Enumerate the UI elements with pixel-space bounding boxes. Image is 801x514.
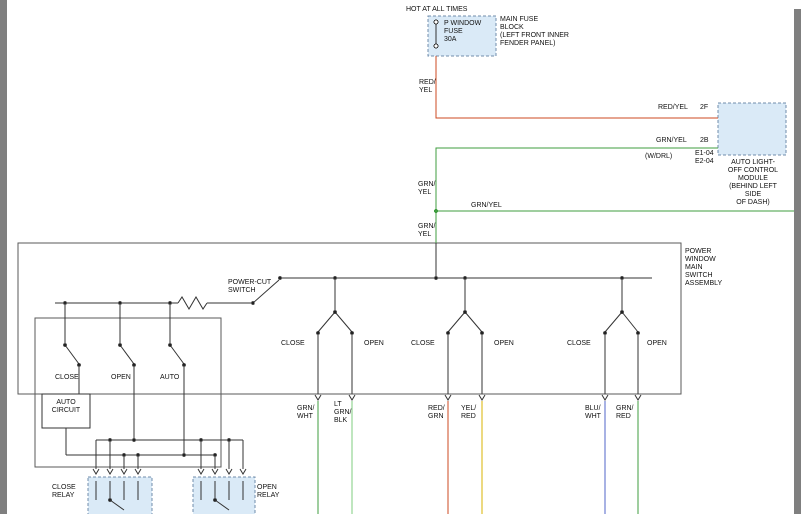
- switch-blade: [465, 312, 482, 332]
- connector-arrow: [479, 395, 485, 400]
- sw1-close-label: CLOSE: [281, 340, 305, 348]
- connector-arrow: [121, 469, 127, 474]
- switch-blade: [318, 312, 335, 332]
- connector-arrow: [107, 469, 113, 474]
- switch-bus: [280, 243, 652, 280]
- left-page-margin: [0, 0, 7, 514]
- switch-blade: [170, 345, 184, 364]
- power-cut-switch-label: POWER-CUT SWITCH: [228, 279, 271, 295]
- hot-at-all-times-label: HOT AT ALL TIMES: [406, 6, 467, 14]
- connector-arrow: [226, 469, 232, 474]
- red-yel-wire-label: RED/ YEL: [419, 79, 436, 95]
- grn-wht-label: GRN/ WHT: [297, 405, 315, 421]
- module-connectors-label: E1-04 E2-04: [695, 150, 714, 166]
- window-switch-3: [602, 278, 641, 400]
- right-page-margin: [794, 0, 801, 514]
- yel-red-label: YEL/ RED: [461, 405, 476, 421]
- corner-notch: [794, 0, 801, 9]
- connector-arrow: [212, 469, 218, 474]
- wiring-diagram-page: HOT AT ALL TIMES P WINDOW FUSE 30A MAIN …: [0, 0, 801, 514]
- assembly-name-label: POWER WINDOW MAIN SWITCH ASSEMBLY: [685, 248, 722, 288]
- module-name-label: AUTO LIGHT- OFF CONTROL MODULE (BEHIND L…: [720, 159, 786, 207]
- grn-yel-branch-label: GRN/YEL: [471, 202, 502, 210]
- switch-blade: [622, 312, 638, 332]
- grn-yel-wire-label-a: GRN/ YEL: [418, 181, 436, 197]
- connector-arrow: [198, 469, 204, 474]
- switch-blade: [448, 312, 465, 332]
- switch-blade: [120, 345, 134, 364]
- module-wire-2b-label: GRN/YEL: [656, 137, 687, 145]
- blu-wht-label: BLU/ WHT: [585, 405, 601, 421]
- connector-arrow: [602, 395, 608, 400]
- grn-yel-junction-dot: [434, 209, 438, 213]
- connector-arrow: [349, 395, 355, 400]
- sw2-close-label: CLOSE: [411, 340, 435, 348]
- module-pin-2b-label: 2B: [700, 137, 709, 145]
- connector-arrow: [315, 395, 321, 400]
- wdrl-label: (W/DRL): [645, 153, 672, 161]
- sw3-close-label: CLOSE: [567, 340, 591, 348]
- sw3-open-label: OPEN: [647, 340, 667, 348]
- sw2-open-label: OPEN: [494, 340, 514, 348]
- sw1-open-label: OPEN: [364, 340, 384, 348]
- auto-circuit-label: AUTO CIRCUIT: [42, 399, 90, 415]
- left-auto-label: AUTO: [160, 374, 179, 382]
- module-pin-2f-label: 2F: [700, 104, 708, 112]
- diagram-canvas: [0, 0, 801, 514]
- connector-arrow: [135, 469, 141, 474]
- open-relay-box: [193, 477, 255, 514]
- window-switch-2: [445, 278, 485, 400]
- left-open-label: OPEN: [111, 374, 131, 382]
- switch-blade: [605, 312, 622, 332]
- switch-blade: [335, 312, 352, 332]
- red-grn-label: RED/ GRN: [428, 405, 445, 421]
- fuse-label: P WINDOW FUSE 30A: [444, 20, 481, 44]
- module-wire-2f-label: RED/YEL: [658, 104, 688, 112]
- connector-arrow: [445, 395, 451, 400]
- lt-grn-blk-label: LT GRN/ BLK: [334, 401, 352, 425]
- switch-blade: [65, 345, 79, 364]
- grn-red-label: GRN/ RED: [616, 405, 634, 421]
- connector-arrow: [240, 469, 246, 474]
- left-switch-group-box: [35, 318, 221, 467]
- left-close-label: CLOSE: [55, 374, 79, 382]
- close-relay-label: CLOSE RELAY: [52, 484, 76, 500]
- open-relay-label: OPEN RELAY: [257, 484, 279, 500]
- resistor-symbol: [178, 297, 207, 309]
- grn-yel-wire: [436, 148, 718, 243]
- auto-light-off-module-box: [718, 103, 786, 155]
- grn-yel-wire-label-b: GRN/ YEL: [418, 223, 436, 239]
- connector-arrow: [93, 469, 99, 474]
- connector-arrow: [635, 395, 641, 400]
- window-switch-1: [315, 278, 355, 400]
- close-relay-box: [88, 477, 152, 514]
- fuse-block-label: MAIN FUSE BLOCK (LEFT FRONT INNER FENDER…: [500, 16, 569, 48]
